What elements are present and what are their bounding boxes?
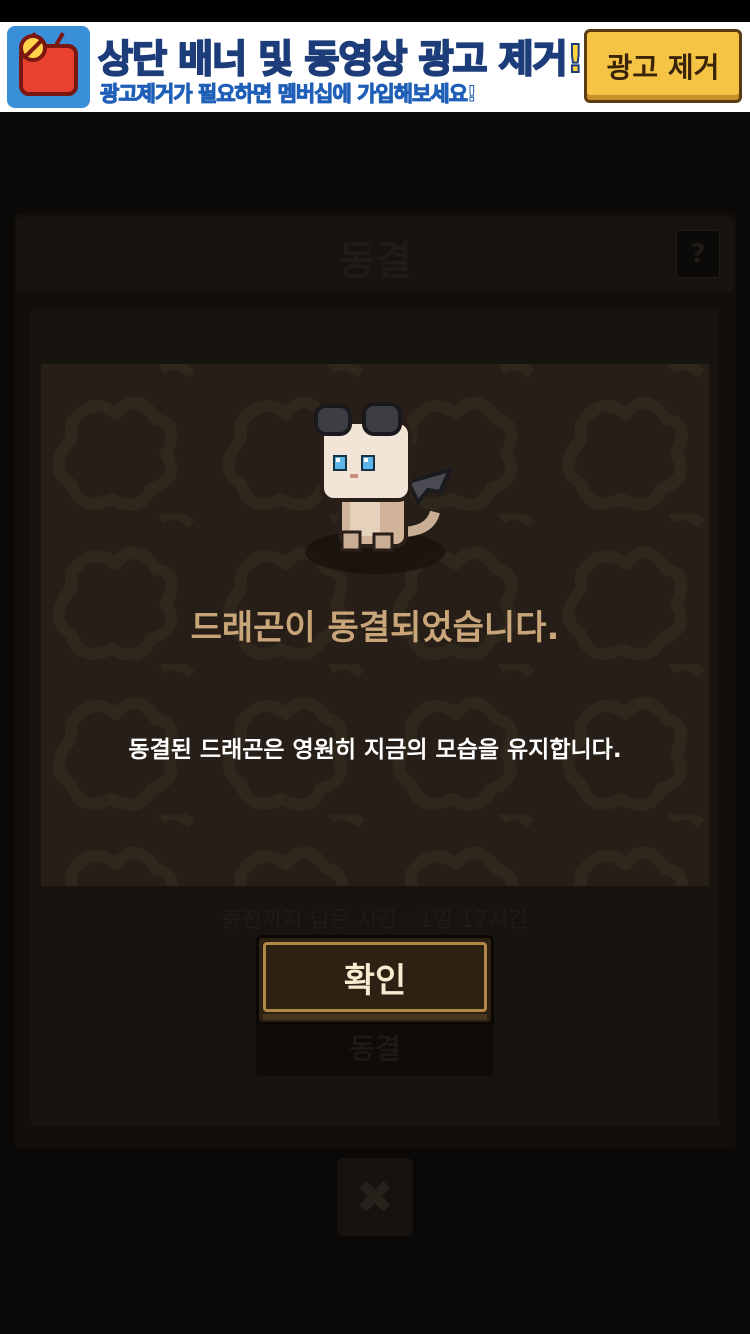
confirm-button-label: 확인 bbox=[263, 942, 487, 1012]
freeze-button: 동결 bbox=[256, 1018, 494, 1076]
remove-ads-button[interactable]: 광고 제거 bbox=[584, 29, 742, 103]
confirm-button[interactable]: 확인 bbox=[256, 935, 494, 1025]
status-bar bbox=[0, 0, 750, 22]
no-ad-tv-icon bbox=[7, 26, 90, 108]
baby-dragon-sprite bbox=[305, 402, 454, 574]
ad-banner[interactable]: 상단 배너 및 동영상 광고 제거! 광고제거가 필요하면 멤버십에 가입해보세… bbox=[0, 22, 750, 112]
recharge-timer: 충전까지 남은 시간 : 1일 17시간 bbox=[221, 908, 529, 933]
close-icon: ✖ bbox=[337, 1158, 413, 1236]
popup-title: 드래곤이 동결되었습니다. bbox=[190, 608, 560, 648]
confirm-button-shadow bbox=[263, 1014, 487, 1020]
popup-description: 동결된 드래곤은 영원히 지금의 모습을 유지합니다. bbox=[128, 737, 622, 763]
ad-subtitle: 광고제거가 필요하면 멤버십에 가입해보세요! bbox=[100, 82, 478, 107]
ad-title: 상단 배너 및 동영상 광고 제거! bbox=[97, 36, 585, 82]
background-title: 동결 bbox=[338, 238, 412, 284]
help-button: ? bbox=[676, 230, 720, 278]
